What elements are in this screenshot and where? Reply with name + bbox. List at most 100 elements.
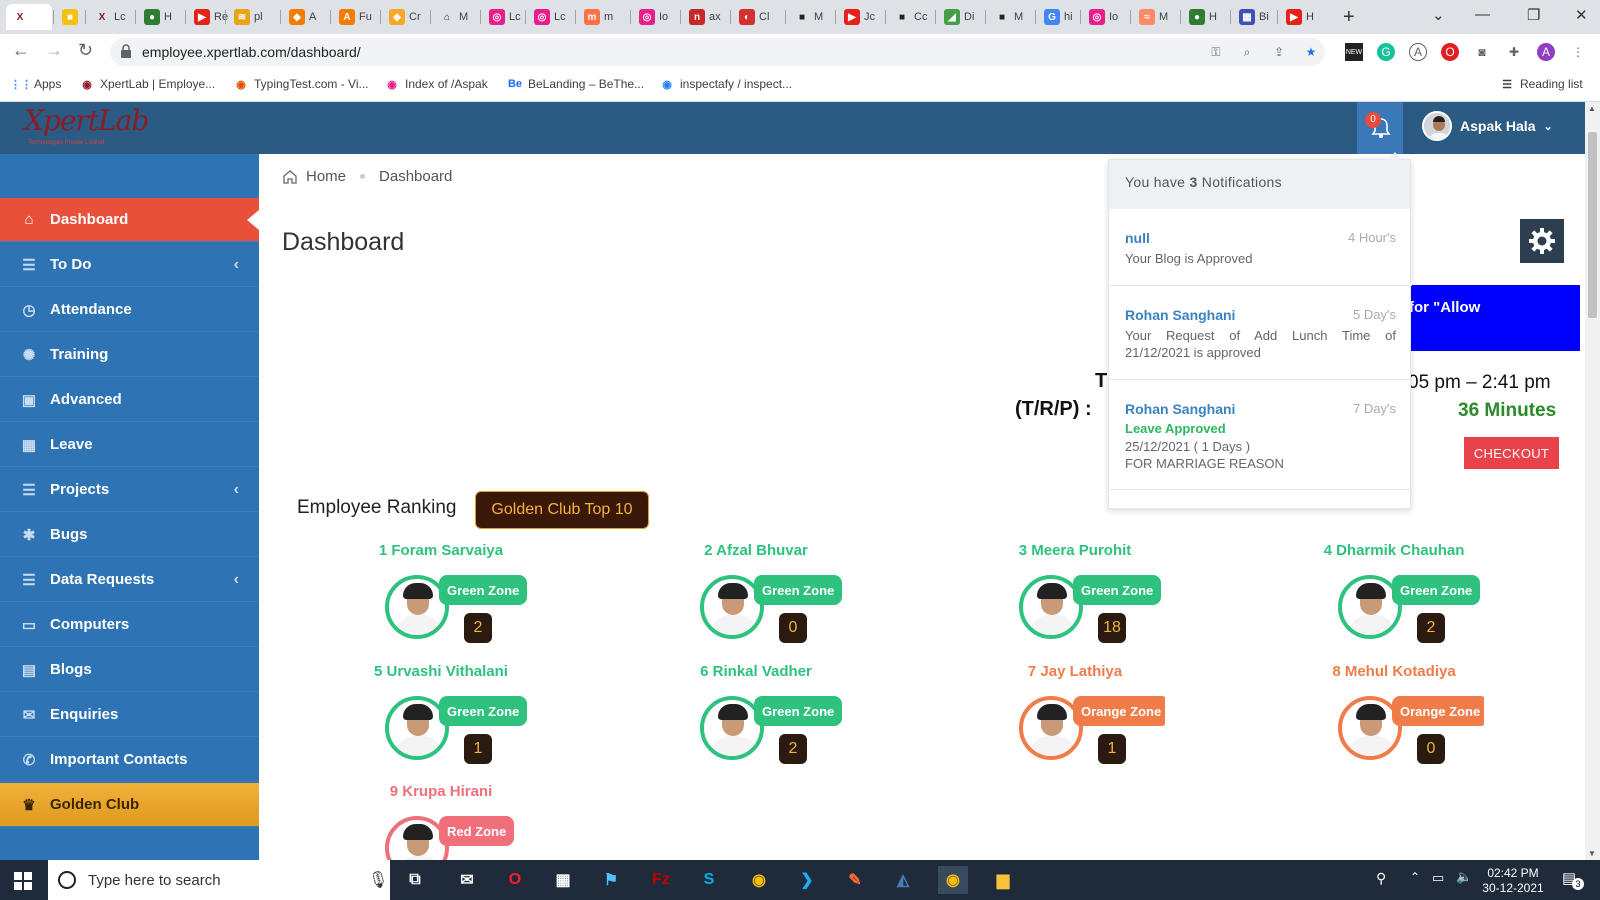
- scrollbar-thumb[interactable]: [1588, 132, 1597, 318]
- vscode-icon[interactable]: ❯: [792, 866, 822, 894]
- browser-tab[interactable]: mm: [578, 4, 624, 30]
- browser-tab[interactable]: ◎ Lc: [528, 4, 574, 30]
- opera-extension-icon[interactable]: O: [1441, 43, 1459, 61]
- settings-button[interactable]: [1520, 219, 1564, 263]
- camera-extension-icon[interactable]: ◙: [1473, 43, 1491, 61]
- bookmark-item[interactable]: ◉ Index of /Aspak: [385, 77, 488, 91]
- windows-start-icon[interactable]: [14, 872, 32, 890]
- browser-tab[interactable]: ■ M: [788, 4, 834, 30]
- browser-tab[interactable]: ◆ A: [283, 4, 329, 30]
- sidebar-item-golden-club[interactable]: ♛ Golden Club: [0, 783, 259, 827]
- employee-card[interactable]: 7 Jay Lathiya Orange Zone 1: [985, 663, 1165, 773]
- sidebar-item-data-requests[interactable]: ☰ Data Requests ‹: [0, 558, 259, 602]
- browser-tab[interactable]: X Lc: [88, 4, 134, 30]
- filezilla-icon[interactable]: Fz: [646, 866, 676, 894]
- employee-card[interactable]: 9 Krupa Hirani Red Zone: [351, 783, 531, 860]
- xpertlab-logo[interactable]: XpertLab Technologies Private Limited: [24, 104, 149, 149]
- tray-chevron-icon[interactable]: ⌃: [1410, 870, 1420, 884]
- bookmark-item[interactable]: ◉ XpertLab | Employe...: [80, 77, 215, 91]
- sidebar-item-blogs[interactable]: ▤ Blogs: [0, 648, 259, 692]
- sidebar-item-computers[interactable]: ▭ Computers: [0, 603, 259, 647]
- bookmark-item[interactable]: ◉ inspectafy / inspect...: [660, 77, 792, 91]
- microphone-icon[interactable]: 🎙: [368, 870, 388, 890]
- browser-tab[interactable]: ≈ M: [1133, 4, 1179, 30]
- action-center-button[interactable]: ▤ 3: [1562, 869, 1584, 891]
- key-icon[interactable]: ⚿: [1207, 43, 1225, 61]
- profile-avatar[interactable]: A: [1537, 43, 1555, 61]
- sidebar-item-bugs[interactable]: ✱ Bugs: [0, 513, 259, 557]
- sidebar-item-leave[interactable]: ▦ Leave: [0, 423, 259, 467]
- taskbar-search-box[interactable]: Type here to search 🎙: [48, 860, 390, 900]
- chrome-icon[interactable]: ◉: [744, 866, 774, 894]
- menu-kebab-icon[interactable]: ⋮: [1569, 43, 1587, 61]
- sidebar-item-dashboard[interactable]: ⌂ Dashboard: [0, 198, 259, 242]
- employee-card[interactable]: 8 Mehul Kotadiya Orange Zone 0: [1304, 663, 1484, 773]
- browser-tab[interactable]: ● H: [1183, 4, 1229, 30]
- back-icon[interactable]: ←: [12, 40, 30, 61]
- reading-list-button[interactable]: ☰ Reading list: [1500, 77, 1583, 91]
- page-scrollbar[interactable]: ▲ ▼: [1585, 102, 1600, 860]
- opera-icon[interactable]: O: [500, 866, 530, 894]
- sidebar-item-advanced[interactable]: ▣ Advanced: [0, 378, 259, 422]
- browser-tab[interactable]: ■ M: [988, 4, 1034, 30]
- skype-icon[interactable]: S: [694, 866, 724, 894]
- new-tab-button[interactable]: +: [1343, 6, 1355, 29]
- bookmark-item[interactable]: ◉ TypingTest.com - Vi...: [234, 77, 368, 91]
- close-window-button[interactable]: ✕: [1575, 6, 1588, 24]
- grammarly-extension-icon[interactable]: G: [1377, 43, 1395, 61]
- address-bar[interactable]: employee.xpertlab.com/dashboard/ ⚿ ⌕ ⇪ ★: [110, 38, 1325, 66]
- flag-app-icon[interactable]: ⚑: [596, 866, 626, 894]
- people-icon[interactable]: ⚲: [1376, 870, 1386, 887]
- sidebar-item-important-contacts[interactable]: ✆ Important Contacts: [0, 738, 259, 782]
- bookmark-item[interactable]: Be BeLanding – BeThe...: [508, 77, 644, 91]
- translate-extension-icon[interactable]: A: [1409, 43, 1427, 61]
- bookmark-star-icon[interactable]: ★: [1302, 43, 1320, 61]
- browser-tab[interactable]: ◐ Cl: [733, 4, 779, 30]
- employee-card[interactable]: 1 Foram Sarvaiya Green Zone 2: [351, 542, 531, 652]
- notification-item[interactable]: null 4 Hour's Your Blog is Approved: [1109, 209, 1412, 286]
- extensions-puzzle-icon[interactable]: ✚: [1505, 43, 1523, 61]
- browser-tab[interactable]: ⌂ M: [433, 4, 479, 30]
- notification-item[interactable]: Rohan Sanghani 7 Day's Leave Approved 25/12…: [1109, 380, 1412, 490]
- browser-tab[interactable]: ▶ Jc: [838, 4, 884, 30]
- browser-tab[interactable]: ● H: [138, 4, 184, 30]
- employee-card[interactable]: 4 Dharmik Chauhan Green Zone 2: [1304, 542, 1484, 652]
- sidebar-item-to-do[interactable]: ☰ To Do ‹: [0, 243, 259, 287]
- browser-tab[interactable]: Ghi: [1038, 4, 1084, 30]
- sidebar-item-projects[interactable]: ☰ Projects ‹: [0, 468, 259, 512]
- minimize-button[interactable]: —: [1475, 6, 1490, 23]
- browser-tab[interactable]: ▦ Bi: [1233, 4, 1279, 30]
- browser-tab[interactable]: ◎ Lc: [483, 4, 529, 30]
- maximize-button[interactable]: ❐: [1527, 6, 1540, 24]
- mail-icon[interactable]: ✉: [452, 866, 482, 894]
- reload-icon[interactable]: ↻: [78, 40, 93, 61]
- browser-tab[interactable]: ◎ Io: [1083, 4, 1129, 30]
- browser-tab[interactable]: X: [6, 4, 52, 30]
- news-extension-icon[interactable]: NEW: [1345, 43, 1363, 61]
- user-menu[interactable]: Aspak Hala ⌄: [1422, 111, 1553, 141]
- chrome-icon[interactable]: ◉: [938, 866, 968, 894]
- bookmark-item[interactable]: ⋮⋮ Apps: [10, 77, 61, 91]
- browser-tab[interactable]: ≋ pl: [228, 4, 274, 30]
- breadcrumb-home-link[interactable]: Home: [306, 168, 346, 185]
- network-icon[interactable]: ▭: [1432, 870, 1444, 886]
- browser-tab[interactable]: ▶ H: [1280, 4, 1326, 30]
- zoom-icon[interactable]: ⌕: [1238, 43, 1256, 61]
- volume-icon[interactable]: 🔈: [1456, 869, 1472, 885]
- employee-card[interactable]: 2 Afzal Bhuvar Green Zone 0: [666, 542, 846, 652]
- tab-search-chevron-icon[interactable]: ⌄: [1432, 6, 1445, 24]
- browser-tab[interactable]: n ax: [683, 4, 729, 30]
- browser-tab[interactable]: ■ Cc: [888, 4, 934, 30]
- browser-tab[interactable]: ◢ Di: [938, 4, 984, 30]
- sidebar-item-training[interactable]: ✺ Training: [0, 333, 259, 377]
- mysql-workbench-icon[interactable]: ◭: [888, 866, 918, 894]
- golden-club-badge[interactable]: Golden Club Top 10: [475, 491, 649, 529]
- taskbar-clock[interactable]: 02:42 PM 30-12-2021: [1478, 866, 1548, 896]
- employee-card[interactable]: 6 Rinkal Vadher Green Zone 2: [666, 663, 846, 773]
- sidebar-item-attendance[interactable]: ◷ Attendance: [0, 288, 259, 332]
- share-icon[interactable]: ⇪: [1270, 43, 1288, 61]
- notification-bell-button[interactable]: 0: [1357, 102, 1403, 154]
- sidebar-item-enquiries[interactable]: ✉ Enquiries: [0, 693, 259, 737]
- browser-tab[interactable]: A Fu: [333, 4, 379, 30]
- employee-card[interactable]: 5 Urvashi Vithalani Green Zone 1: [351, 663, 531, 773]
